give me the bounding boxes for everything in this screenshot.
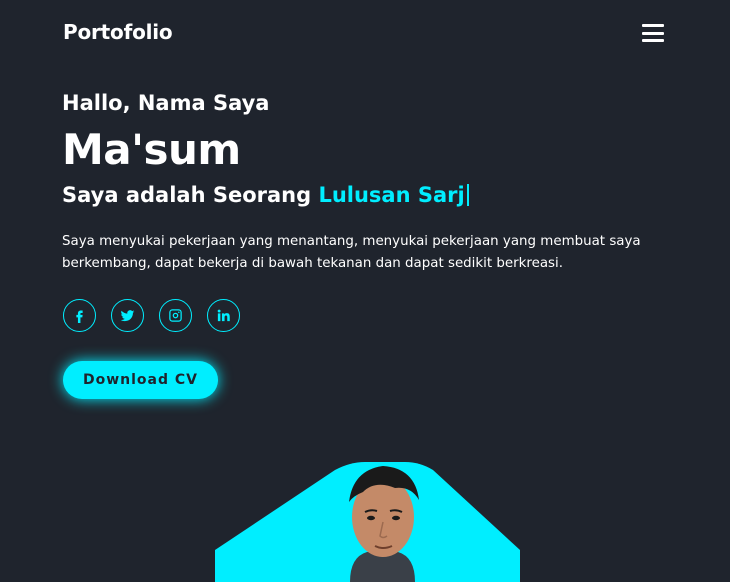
- hamburger-icon[interactable]: [642, 24, 664, 42]
- instagram-link[interactable]: [159, 299, 192, 332]
- twitter-icon: [120, 310, 135, 322]
- twitter-link[interactable]: [111, 299, 144, 332]
- hero-description: Saya menyukai pekerjaan yang menantang, …: [62, 234, 641, 271]
- instagram-icon: [169, 309, 182, 322]
- linkedin-icon: [217, 309, 230, 322]
- greeting-text: Hallo, Nama Saya: [62, 91, 270, 115]
- role-highlight: Lulusan Sarj: [318, 183, 465, 207]
- hero-profile-image: [215, 462, 520, 582]
- hero-role: Saya adalah Seorang Lulusan Sarj: [62, 183, 469, 207]
- facebook-icon: [76, 310, 83, 323]
- typing-caret: [466, 184, 469, 206]
- role-prefix: Saya adalah Seorang: [62, 183, 312, 207]
- download-cv-button[interactable]: Download CV: [63, 361, 218, 399]
- linkedin-link[interactable]: [207, 299, 240, 332]
- social-links: [63, 299, 240, 332]
- facebook-link[interactable]: [63, 299, 96, 332]
- hero-name: Ma'sum: [62, 125, 241, 174]
- site-logo[interactable]: Portofolio: [63, 20, 173, 44]
